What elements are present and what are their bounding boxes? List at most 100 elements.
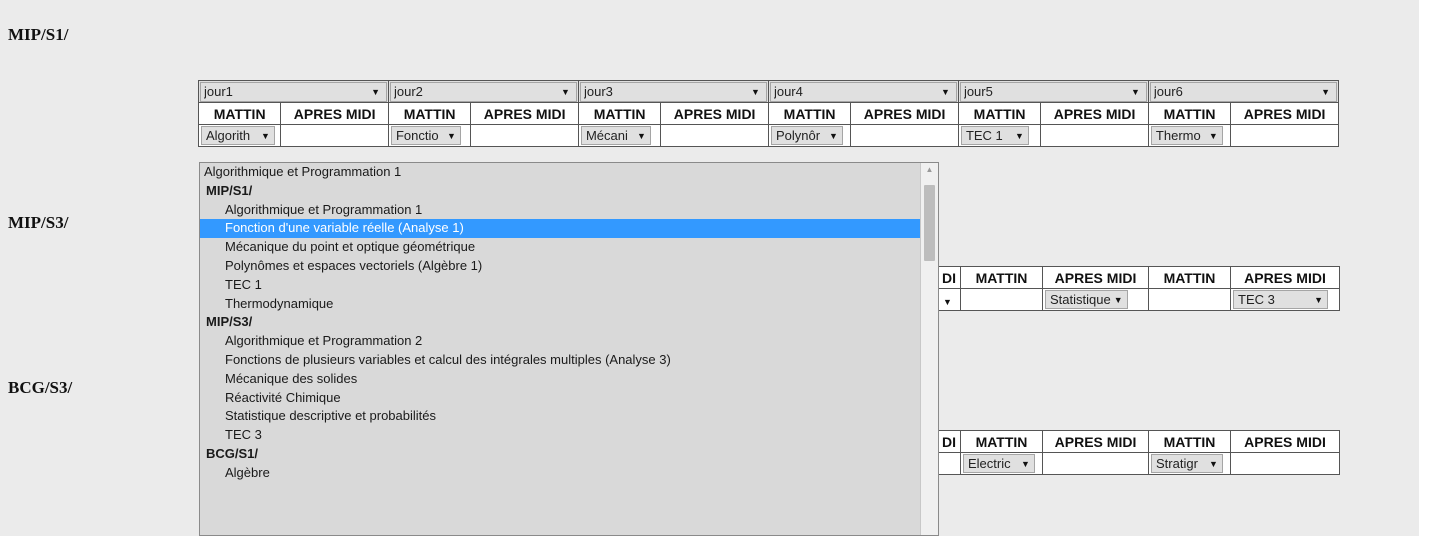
mattin-cell: TEC 1 ▼ bbox=[957, 124, 1042, 147]
dropdown-current-option[interactable]: Algorithmique et Programmation 1 bbox=[200, 163, 922, 182]
day-select-jour5[interactable]: jour5 ▼ bbox=[959, 81, 1147, 102]
day-select-cell[interactable]: jour4 ▼ bbox=[767, 80, 959, 103]
apres-midi-cell[interactable] bbox=[470, 124, 579, 147]
course-select-statistique[interactable]: Statistique ▼ bbox=[1045, 290, 1128, 309]
dropdown-option[interactable]: Algorithmique et Programmation 2 bbox=[200, 332, 922, 351]
course-select-jour1-mattin[interactable]: Algorith ▼ bbox=[201, 126, 275, 145]
mattin-cell: Stratigr ▼ bbox=[1148, 452, 1231, 475]
day-select-cell[interactable]: jour2 ▼ bbox=[387, 80, 579, 103]
day-select-jour4[interactable]: jour4 ▼ bbox=[769, 81, 957, 102]
apres-midi-cell: Statistique ▼ bbox=[1042, 288, 1149, 311]
dropdown-option[interactable]: Polynômes et espaces vectoriels (Algèbre… bbox=[200, 257, 922, 276]
header-apres-midi: APRES MIDI bbox=[1040, 102, 1149, 125]
course-select-electric[interactable]: Electric ▼ bbox=[963, 454, 1035, 473]
dropdown-options: Algorithmique et Programmation 1 MIP/S1/… bbox=[200, 163, 922, 483]
header-mattin: MATTIN bbox=[387, 102, 472, 125]
period-header-row: DI MATTIN APRES MIDI MATTIN APRES MIDI bbox=[938, 430, 1340, 453]
apres-midi-cell[interactable] bbox=[1230, 124, 1339, 147]
course-select-jour3-mattin[interactable]: Mécani ▼ bbox=[580, 126, 651, 145]
header-mattin: MATTIN bbox=[1148, 430, 1231, 453]
chevron-down-icon: ▼ bbox=[1021, 458, 1030, 469]
dropdown-group-bcg-s1: BCG/S1/ bbox=[206, 445, 259, 461]
mattin-cell[interactable] bbox=[1148, 288, 1231, 311]
course-select-stratigr[interactable]: Stratigr ▼ bbox=[1151, 454, 1223, 473]
chevron-down-icon: ▼ bbox=[1014, 130, 1024, 141]
dropdown-option[interactable]: Algorithmique et Programmation 1 bbox=[200, 201, 922, 220]
course-select-jour2-mattin[interactable]: Fonctio ▼ bbox=[390, 126, 461, 145]
day-select-cell[interactable]: jour3 ▼ bbox=[577, 80, 769, 103]
chevron-down-icon: ▼ bbox=[1113, 294, 1123, 305]
apres-midi-cell[interactable] bbox=[280, 124, 389, 147]
course-dropdown-list[interactable]: Algorithmique et Programmation 1 MIP/S1/… bbox=[199, 162, 939, 536]
course-row: Electric ▼ Stratigr ▼ bbox=[938, 452, 1340, 475]
chevron-down-icon: ▼ bbox=[1314, 294, 1323, 305]
header-apres-midi: APRES MIDI bbox=[280, 102, 389, 125]
apres-midi-cell-partial[interactable] bbox=[938, 452, 961, 475]
dropdown-option[interactable]: TEC 1 bbox=[200, 276, 922, 295]
day-select-row: jour1 ▼ jour2 ▼ jour3 ▼ jour4 ▼ jour5 ▼ jour6… bbox=[198, 80, 1340, 103]
apres-midi-cell[interactable] bbox=[1230, 452, 1340, 475]
scrollbar-thumb[interactable] bbox=[924, 185, 935, 261]
header-apres-midi: APRES MIDI bbox=[850, 102, 959, 125]
header-apres-midi: APRES MIDI bbox=[1230, 266, 1340, 289]
header-mattin: MATTIN bbox=[767, 102, 852, 125]
mattin-cell[interactable] bbox=[960, 288, 1043, 311]
header-mattin: MATTIN bbox=[197, 102, 282, 125]
day-select-cell[interactable]: jour5 ▼ bbox=[957, 80, 1149, 103]
mattin-cell: Thermo ▼ bbox=[1147, 124, 1232, 147]
chevron-down-icon: ▼ bbox=[828, 130, 838, 141]
header-apres-midi-partial: DI bbox=[938, 266, 961, 289]
header-apres-midi: APRES MIDI bbox=[1042, 430, 1149, 453]
apres-midi-cell[interactable] bbox=[1042, 452, 1149, 475]
apres-midi-cell[interactable] bbox=[850, 124, 959, 147]
course-row: ▼ Statistique ▼ TEC 3 ▼ bbox=[938, 288, 1340, 311]
dropdown-group-mip-s1: MIP/S1/ bbox=[206, 182, 253, 198]
apres-midi-cell[interactable] bbox=[660, 124, 769, 147]
mattin-cell: Mécani ▼ bbox=[577, 124, 662, 147]
period-header-row: MATTIN APRES MIDI MATTIN APRES MIDI MATT… bbox=[197, 102, 1339, 125]
dropdown-option[interactable]: Statistique descriptive et probabilités bbox=[200, 407, 922, 426]
dropdown-scrollbar[interactable]: ▲ bbox=[920, 163, 938, 535]
day-select-cell[interactable]: jour1 ▼ bbox=[198, 80, 389, 103]
course-select-jour6-mattin[interactable]: Thermo ▼ bbox=[1150, 126, 1223, 145]
chevron-down-icon: ▼ bbox=[636, 130, 646, 141]
chevron-down-icon: ▼ bbox=[1321, 86, 1330, 97]
course-select-jour4-mattin[interactable]: Polynôr ▼ bbox=[770, 126, 843, 145]
chevron-down-icon: ▼ bbox=[561, 86, 570, 97]
schedule-table-mip-s1: jour1 ▼ jour2 ▼ jour3 ▼ jour4 ▼ jour5 ▼ jour6… bbox=[197, 80, 1340, 147]
scroll-up-icon[interactable]: ▲ bbox=[921, 165, 938, 179]
header-apres-midi: APRES MIDI bbox=[1230, 430, 1340, 453]
chevron-down-icon: ▼ bbox=[1131, 86, 1140, 97]
header-mattin: MATTIN bbox=[960, 430, 1043, 453]
section-title-mip-s3: MIP/S3/ bbox=[8, 213, 69, 232]
dropdown-option[interactable]: Thermodynamique bbox=[200, 295, 922, 314]
chevron-down-icon: ▼ bbox=[941, 86, 950, 97]
course-select-jour5-mattin[interactable]: TEC 1 ▼ bbox=[960, 126, 1029, 145]
dropdown-option[interactable]: Réactivité Chimique bbox=[200, 389, 922, 408]
day-select-jour3[interactable]: jour3 ▼ bbox=[579, 81, 767, 102]
dropdown-option-selected[interactable]: Fonction d'une variable réelle (Analyse … bbox=[200, 219, 922, 239]
dropdown-option[interactable]: TEC 3 bbox=[200, 426, 922, 445]
chevron-down-icon: ▼ bbox=[943, 296, 952, 307]
day-select-jour1[interactable]: jour1 ▼ bbox=[200, 81, 387, 102]
apres-midi-cell[interactable] bbox=[1040, 124, 1149, 147]
dropdown-option[interactable]: Mécanique des solides bbox=[200, 370, 922, 389]
header-apres-midi: APRES MIDI bbox=[660, 102, 769, 125]
course-select-tec3[interactable]: TEC 3 ▼ bbox=[1233, 290, 1328, 309]
chevron-down-icon: ▼ bbox=[751, 86, 760, 97]
chevron-down-icon: ▼ bbox=[261, 130, 270, 141]
page-background: MIP/S1/ MIP/S3/ BCG/S3/ jour1 ▼ jour2 ▼ jo… bbox=[0, 0, 1419, 536]
header-mattin: MATTIN bbox=[960, 266, 1043, 289]
day-select-jour6[interactable]: jour6 ▼ bbox=[1149, 81, 1337, 102]
day-select-jour2[interactable]: jour2 ▼ bbox=[389, 81, 577, 102]
schedule-table-mip-s3: DI MATTIN APRES MIDI MATTIN APRES MIDI ▼… bbox=[938, 266, 1340, 311]
header-apres-midi: APRES MIDI bbox=[1230, 102, 1339, 125]
schedule-table-bcg-s3: DI MATTIN APRES MIDI MATTIN APRES MIDI E… bbox=[938, 430, 1340, 475]
chevron-down-icon: ▼ bbox=[371, 86, 380, 97]
dropdown-option[interactable]: Fonctions de plusieurs variables et calc… bbox=[200, 351, 922, 370]
mattin-cell: Polynôr ▼ bbox=[767, 124, 852, 147]
dropdown-option[interactable]: Algèbre bbox=[200, 464, 922, 483]
dropdown-option[interactable]: Mécanique du point et optique géométriqu… bbox=[200, 238, 922, 257]
day-select-cell[interactable]: jour6 ▼ bbox=[1147, 80, 1340, 103]
partial-select-cell[interactable]: ▼ bbox=[938, 288, 961, 311]
